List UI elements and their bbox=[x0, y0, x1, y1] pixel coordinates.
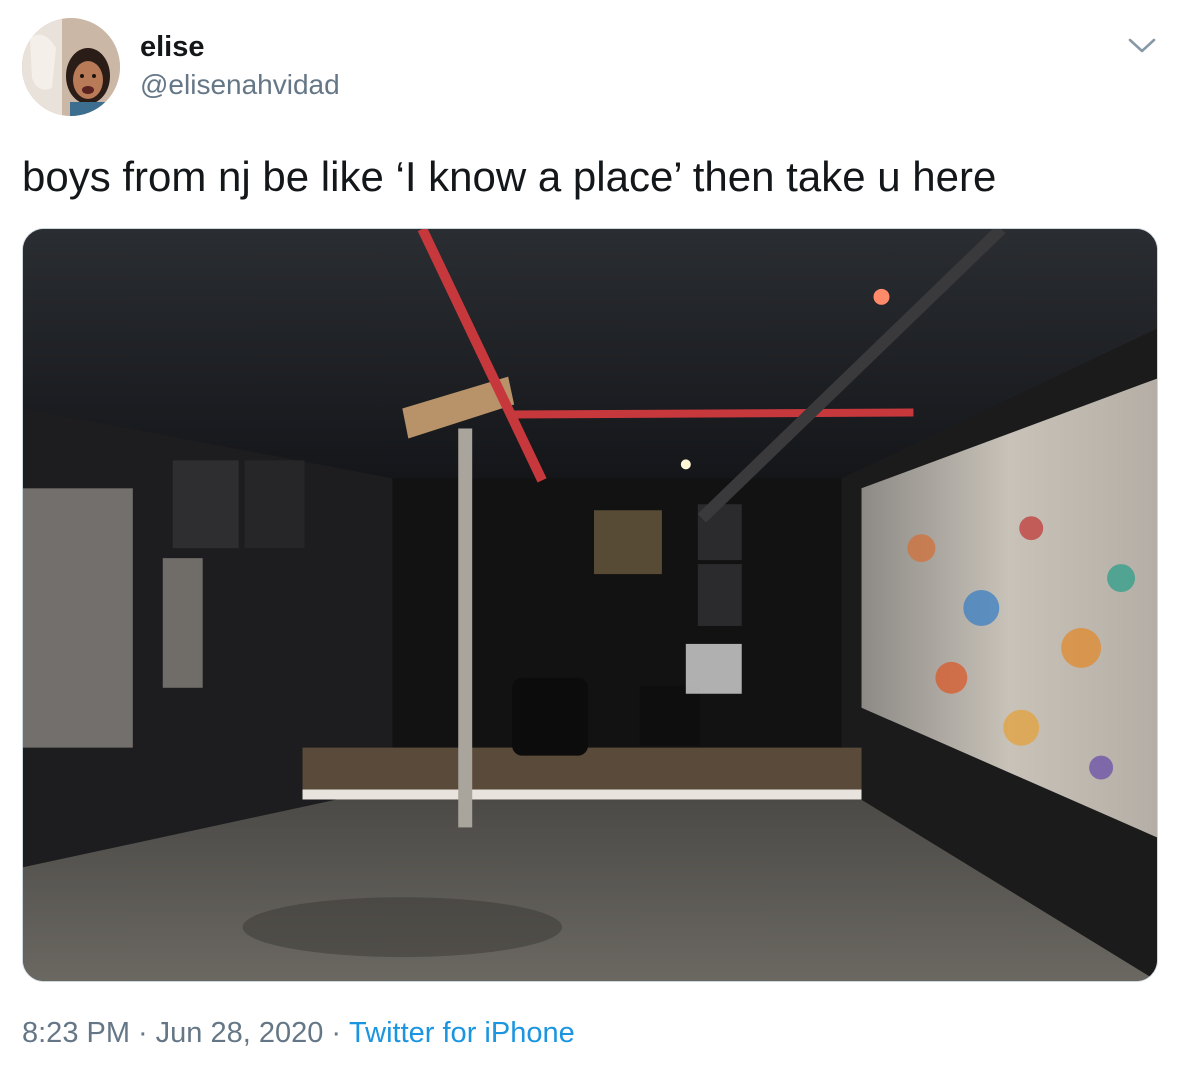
chevron-down-icon[interactable] bbox=[1124, 28, 1160, 64]
user-handle[interactable]: @elisenahvidad bbox=[140, 68, 340, 102]
tweet-card: elise @elisenahvidad boys from nj be lik… bbox=[0, 0, 1188, 1066]
tweet-date[interactable]: Jun 28, 2020 bbox=[156, 1017, 324, 1049]
meta-separator: · bbox=[138, 1017, 148, 1049]
tweet-time[interactable]: 8:23 PM bbox=[22, 1017, 130, 1049]
display-name[interactable]: elise bbox=[140, 30, 205, 64]
avatar[interactable] bbox=[22, 18, 120, 116]
avatar-image bbox=[22, 18, 120, 116]
tweet-text: boys from nj be like ‘I know a place’ th… bbox=[22, 153, 997, 200]
meta-separator-2: · bbox=[331, 1017, 342, 1049]
tweet-source-link[interactable]: Twitter for iPhone bbox=[349, 1017, 575, 1049]
venue-photo bbox=[23, 229, 1157, 981]
tweet-meta: 8:23 PM · Jun 28, 2020 · Twitter for iPhone bbox=[22, 1014, 575, 1052]
tweet-photo[interactable] bbox=[22, 228, 1158, 982]
